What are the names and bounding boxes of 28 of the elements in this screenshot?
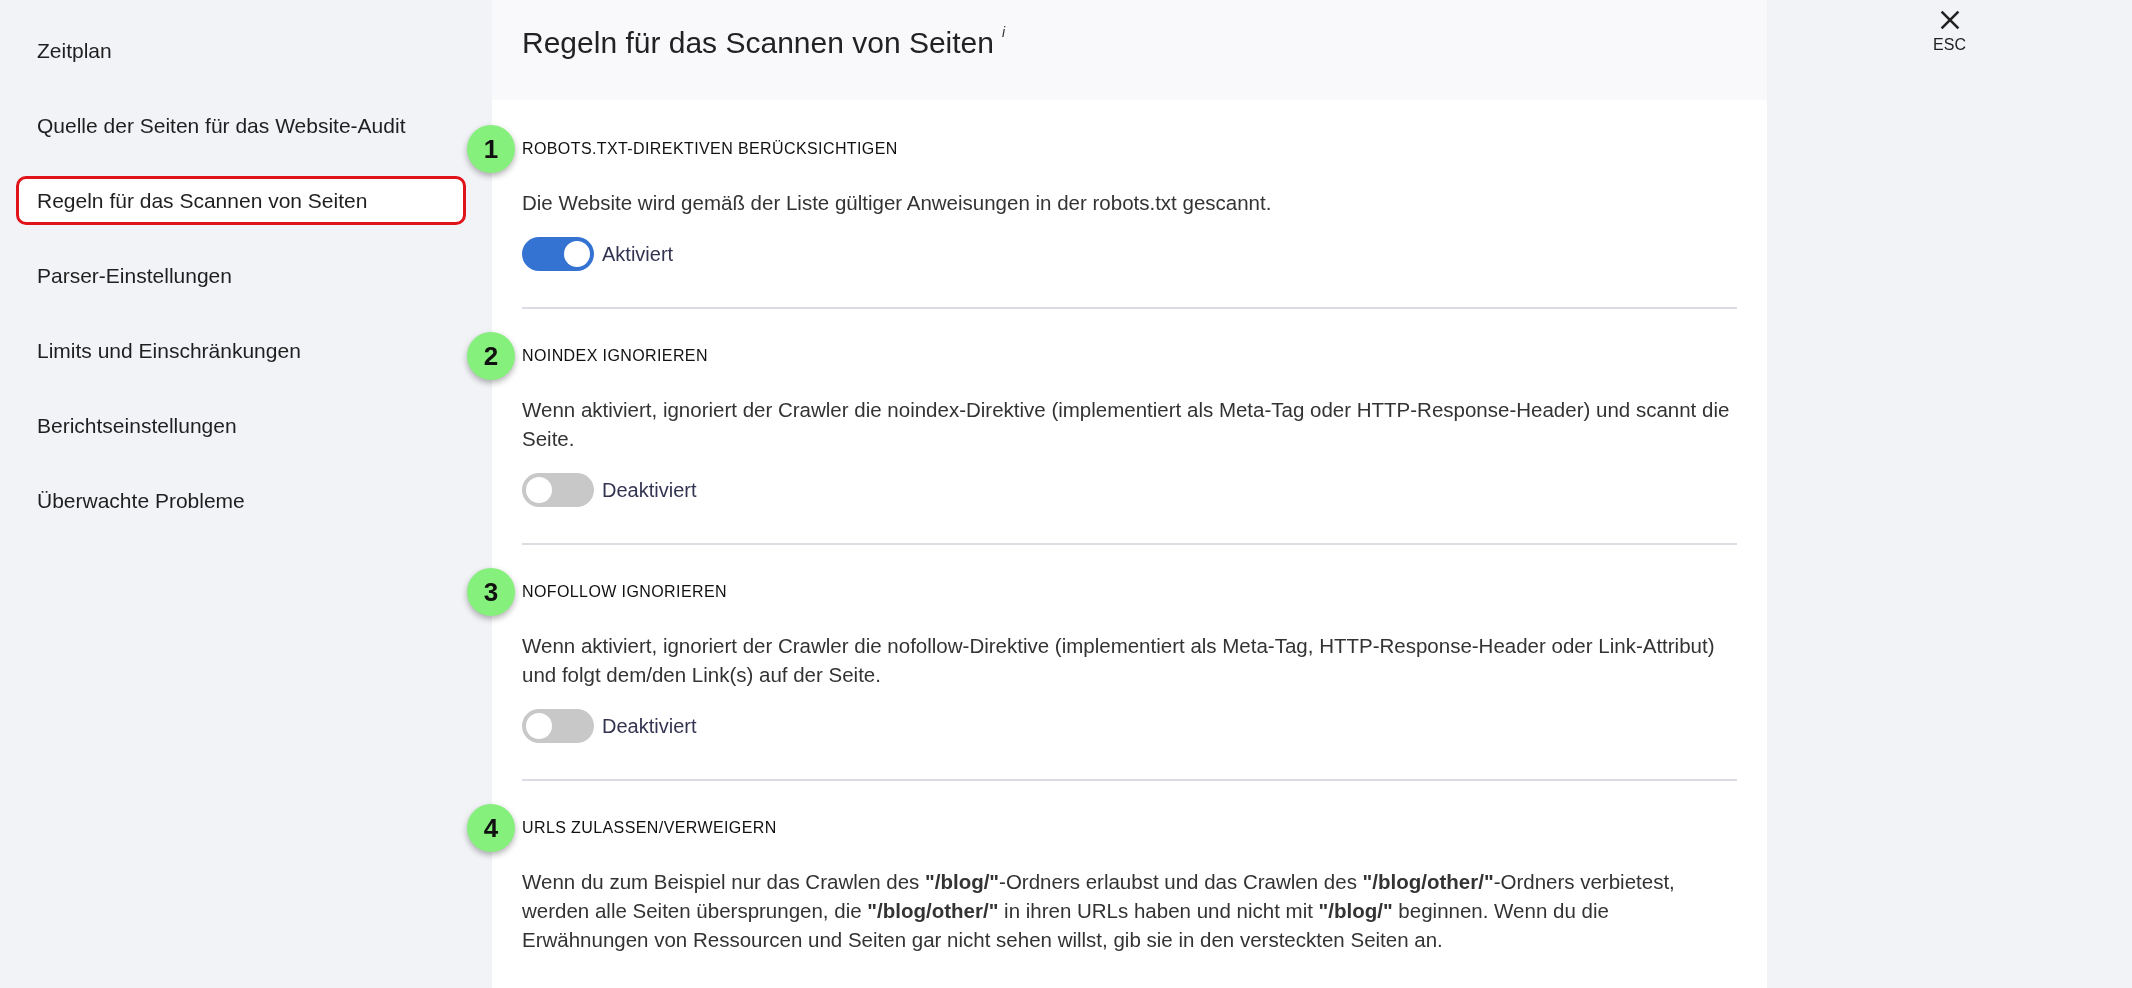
section-title: NOINDEX IGNORIEREN [522,347,708,365]
sidebar-item[interactable]: Zeitplan [16,26,466,75]
sidebar-item[interactable]: Limits und Einschränkungen [16,326,466,375]
section-title: ROBOTS.TXT-DIREKTIVEN BERÜCKSICHTIGEN [522,140,898,158]
toggle-switch[interactable] [522,237,594,271]
step-marker: 3 [467,568,515,616]
section-description: Wenn du zum Beispiel nur das Crawlen des "/blog/"-Ordners erlaubst und das Crawlen des "/blog/other/"-Ordners verbietest, werden alle Seiten übersprungen, die "/blog/other/" in ihren URLs haben und nicht mit "/blog/" beginnen. Wenn du die Erwähnungen von Ressourcen und Seiten gar nicht sehen willst, gib sie in den versteckten Seiten an. [522,869,1676,953]
toggle-label: Deaktiviert [602,478,697,502]
section-description: Wenn aktiviert, ignoriert der Crawler die noindex-Direktive (implementiert als Meta-Tag oder HTTP-Response-Header) und scannt die Seite. [522,397,1731,452]
close-button[interactable]: ESC [1933,8,1966,64]
section-title: URLS ZULASSEN/VERWEIGERN [522,819,777,837]
sidebar-item[interactable]: Quelle der Seiten für das Website-Audit [16,101,466,150]
sidebar-item[interactable]: Überwachte Probleme [16,476,466,525]
sidebar-item[interactable]: Parser-Einstellungen [16,251,466,300]
step-marker: 1 [467,125,515,173]
sidebar-item[interactable]: Regeln für das Scannen von Seiten [16,176,466,225]
toggle-switch[interactable] [522,473,594,507]
sidebar-item[interactable]: Berichtseinstellungen [16,401,466,450]
info-mark[interactable]: i [1002,24,1006,40]
section-description: Die Website wird gemäß der Liste gültiger Anweisungen in der robots.txt gescannt. [522,190,1273,216]
page-title: Regeln für das Scannen von Seiten [522,26,994,60]
section-title: NOFOLLOW IGNORIEREN [522,583,727,601]
step-marker: 4 [467,804,515,852]
step-marker: 2 [467,332,515,380]
toggle-switch[interactable] [522,709,594,743]
toggle-label: Deaktiviert [602,714,697,738]
toggle-label: Aktiviert [602,242,674,266]
section-description: Wenn aktiviert, ignoriert der Crawler die nofollow-Direktive (implementiert als Meta-Tag, HTTP-Response-Header oder Link-Attribut) und folgt dem/den Link(s) auf der Seite. [522,633,1716,688]
